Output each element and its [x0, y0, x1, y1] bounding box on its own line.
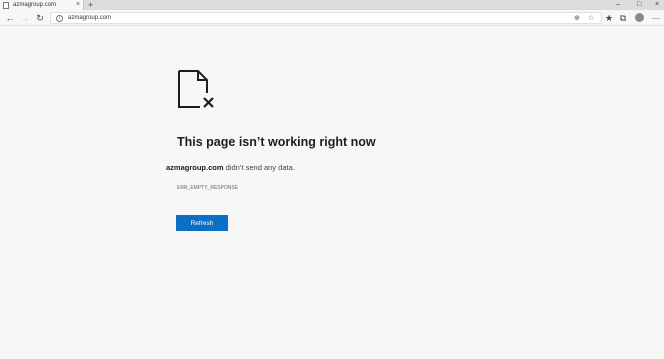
restore-icon[interactable]: □: [637, 0, 641, 9]
menu-icon[interactable]: ⋯: [650, 12, 662, 24]
refresh-button[interactable]: Refresh: [176, 215, 228, 231]
zoom-icon[interactable]: ⊕: [574, 13, 580, 24]
favorites-icon[interactable]: ★: [603, 12, 615, 24]
page-title: This page isn’t working right now: [177, 135, 376, 149]
profile-avatar[interactable]: [635, 13, 644, 22]
address-bar[interactable]: i azmagroup.com ⊕ ☆: [50, 12, 602, 24]
forward-icon[interactable]: →: [19, 12, 31, 24]
error-host: azmagroup.com: [166, 163, 224, 172]
tab-azmagroup[interactable]: azmagroup.com ×: [0, 0, 84, 10]
collections-icon[interactable]: ⧉: [617, 12, 629, 24]
new-tab-icon[interactable]: +: [88, 0, 93, 10]
close-icon[interactable]: ×: [76, 1, 80, 9]
tab-title: azmagroup.com: [13, 2, 57, 8]
favorite-star-icon[interactable]: ☆: [588, 13, 594, 24]
toolbar: ← → ↻ i azmagroup.com ⊕ ☆ ★ ⧉ ⋯: [0, 10, 664, 26]
info-icon[interactable]: i: [56, 14, 63, 22]
reload-icon[interactable]: ↻: [34, 12, 46, 24]
url-text[interactable]: azmagroup.com: [68, 15, 111, 21]
error-code: ERR_EMPTY_RESPONSE: [177, 185, 239, 191]
tab-strip: azmagroup.com × + – □ ×: [0, 0, 664, 10]
back-icon[interactable]: ←: [4, 12, 16, 24]
page-icon: [3, 1, 9, 9]
error-message: azmagroup.com didn’t send any data.: [166, 163, 295, 172]
minimize-icon[interactable]: –: [616, 0, 620, 9]
window-close-icon[interactable]: ×: [655, 0, 659, 9]
broken-page-icon: [178, 70, 214, 108]
error-description: didn’t send any data.: [225, 163, 295, 172]
